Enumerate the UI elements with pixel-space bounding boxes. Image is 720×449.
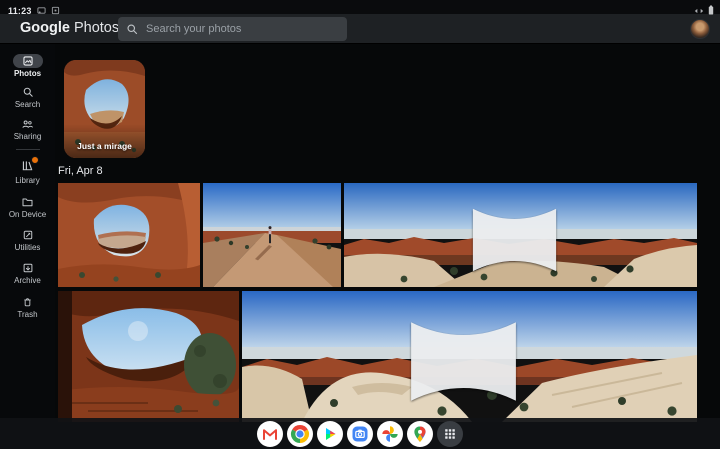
sidebar-label: Sharing [0, 133, 55, 141]
sidebar-label: Library [0, 177, 55, 185]
screenshot-icon [51, 2, 60, 20]
clock: 11:23 [8, 6, 32, 16]
dock-maps[interactable] [407, 421, 433, 447]
utilities-icon [0, 228, 55, 242]
sidebar-item-trash[interactable]: Trash [0, 295, 55, 319]
sidebar-nav: Photos Search Sharing Library [0, 44, 55, 449]
sidebar-label: Utilities [0, 244, 55, 252]
photo-library: Just a mirage Fri, Apr 8 [55, 44, 720, 449]
app-header: GooglePhotos [0, 14, 720, 44]
panorama-badge-icon [242, 296, 691, 422]
dock-camera[interactable] [347, 421, 373, 447]
archive-icon [0, 261, 55, 275]
photos-icon [22, 55, 34, 67]
sidebar-item-on-device[interactable]: On Device [0, 195, 55, 219]
search-bar[interactable] [118, 17, 347, 41]
sidebar-label: Photos [0, 70, 55, 78]
play-store-icon [320, 424, 340, 444]
photo-panorama-fins[interactable] [344, 183, 697, 287]
sidebar-label: On Device [0, 211, 55, 219]
photo-arch-window[interactable] [58, 183, 200, 287]
sidebar-item-utilities[interactable]: Utilities [0, 228, 55, 252]
photo-panorama-domes[interactable] [242, 291, 697, 422]
sidebar-item-search[interactable]: Search [0, 85, 55, 109]
dock-play-store[interactable] [317, 421, 343, 447]
memory-title: Just a mirage [64, 141, 145, 151]
network-arrows-icon [694, 2, 704, 20]
chrome-icon [290, 424, 310, 444]
google-photos-app: 11:23 GooglePhotos [0, 0, 720, 449]
sidebar-label: Archive [0, 277, 55, 285]
cast-icon [37, 2, 46, 20]
photo-hiker-ridge[interactable] [203, 183, 341, 287]
date-header: Fri, Apr 8 [58, 165, 103, 177]
search-icon [126, 23, 138, 35]
logo-google: Google [20, 20, 70, 36]
logo-photos: Photos [74, 20, 119, 36]
status-bar: 11:23 [0, 0, 720, 14]
sidebar-label: Trash [0, 311, 55, 319]
battery-icon [708, 2, 714, 20]
folder-icon [0, 195, 55, 209]
trash-icon [0, 295, 55, 309]
camera-icon [350, 424, 370, 444]
sidebar-item-sharing[interactable]: Sharing [0, 117, 55, 141]
dock-app-launcher[interactable] [437, 421, 463, 447]
gmail-icon [260, 424, 280, 444]
maps-icon [410, 424, 430, 444]
app-shelf [0, 418, 720, 449]
library-badge [31, 156, 39, 164]
sidebar-item-photos[interactable]: Photos [0, 54, 55, 78]
dock-gmail[interactable] [257, 421, 283, 447]
app-launcher-icon [440, 424, 460, 444]
sidebar-item-archive[interactable]: Archive [0, 261, 55, 285]
account-avatar[interactable] [690, 19, 710, 39]
dock-chrome[interactable] [287, 421, 313, 447]
photo-arch-moon[interactable] [58, 291, 239, 422]
memory-card[interactable]: Just a mirage [64, 60, 145, 158]
panorama-badge-icon [344, 188, 691, 287]
photos-pinwheel-icon [380, 424, 400, 444]
dock-photos[interactable] [377, 421, 403, 447]
search-input[interactable] [146, 23, 339, 35]
selected-pill [13, 54, 43, 68]
sharing-icon [0, 117, 55, 131]
google-photos-logo[interactable]: GooglePhotos [20, 20, 119, 36]
sidebar-label: Search [0, 101, 55, 109]
search-nav-icon [0, 85, 55, 99]
sidebar-item-library[interactable]: Library [0, 161, 55, 185]
sidebar-divider [16, 149, 40, 150]
